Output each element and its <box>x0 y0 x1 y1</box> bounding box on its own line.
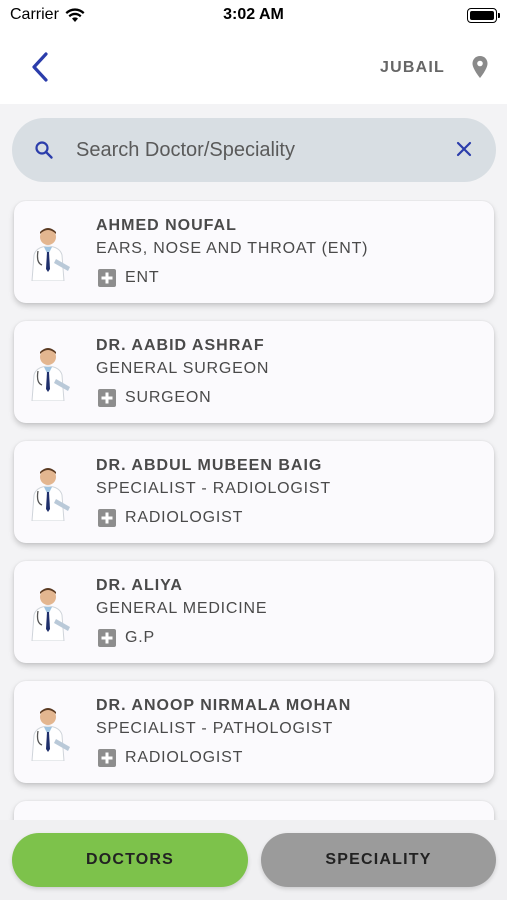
speciality-row: RADIOLOGIST <box>98 509 243 527</box>
search-input[interactable] <box>76 132 436 168</box>
header: JUBAIL <box>0 32 507 104</box>
doctor-avatar-icon <box>31 468 70 521</box>
doctor-avatar-icon <box>31 348 70 401</box>
doctor-name: DR. AABID ASHRAF <box>96 337 265 354</box>
speciality-label: SURGEON <box>125 389 212 406</box>
battery-icon <box>467 8 500 23</box>
speciality-tab-button[interactable]: SPECIALITY <box>261 833 496 887</box>
doctor-avatar-icon <box>31 588 70 641</box>
doctor-card-partial[interactable] <box>14 801 494 820</box>
doctor-name: DR. ALIYA <box>96 577 183 594</box>
speciality-label: RADIOLOGIST <box>125 749 244 766</box>
doctor-card[interactable]: DR. AABID ASHRAF GENERAL SURGEON SURGEON <box>14 321 494 423</box>
speciality-label: RADIOLOGIST <box>125 509 244 526</box>
doctor-name: DR. ABDUL MUBEEN BAIG <box>96 457 323 474</box>
doctor-department: SPECIALIST - RADIOLOGIST <box>96 480 331 497</box>
speciality-row: RADIOLOGIST <box>98 749 243 767</box>
doctor-list[interactable]: AHMED NOUFAL EARS, NOSE AND THROAT (ENT)… <box>0 200 507 820</box>
doctors-tab-button[interactable]: DOCTORS <box>12 833 248 887</box>
medical-cross-icon <box>98 269 116 287</box>
speciality-row: SURGEON <box>98 389 212 407</box>
doctor-card[interactable]: DR. ABDUL MUBEEN BAIG SPECIALIST - RADIO… <box>14 441 494 543</box>
location-label[interactable]: JUBAIL <box>380 59 445 77</box>
medical-cross-icon <box>98 509 116 527</box>
doctor-card[interactable]: DR. ALIYA GENERAL MEDICINE G.P <box>14 561 494 663</box>
speciality-label: G.P <box>125 629 155 646</box>
back-button[interactable] <box>26 50 56 84</box>
doctor-department: GENERAL SURGEON <box>96 360 270 377</box>
search-icon <box>35 141 53 159</box>
doctor-department: GENERAL MEDICINE <box>96 600 268 617</box>
bottom-tab-bar: DOCTORS SPECIALITY <box>0 820 507 900</box>
speciality-label: ENT <box>125 269 160 286</box>
medical-cross-icon <box>98 749 116 767</box>
status-time: 3:02 AM <box>223 6 284 23</box>
medical-cross-icon <box>98 389 116 407</box>
doctor-department: SPECIALIST - PATHOLOGIST <box>96 720 334 737</box>
doctor-card[interactable]: DR. ANOOP NIRMALA MOHAN SPECIALIST - PAT… <box>14 681 494 783</box>
search-bar[interactable] <box>12 118 496 182</box>
doctor-avatar-icon <box>31 708 70 761</box>
doctor-department: EARS, NOSE AND THROAT (ENT) <box>96 240 369 257</box>
doctor-avatar-icon <box>31 228 70 281</box>
medical-cross-icon <box>98 629 116 647</box>
speciality-row: G.P <box>98 629 155 647</box>
location-pin-icon[interactable] <box>471 55 489 79</box>
doctor-card[interactable]: AHMED NOUFAL EARS, NOSE AND THROAT (ENT)… <box>14 201 494 303</box>
doctor-name: AHMED NOUFAL <box>96 217 237 234</box>
close-icon[interactable] <box>454 139 474 159</box>
doctor-name: DR. ANOOP NIRMALA MOHAN <box>96 697 352 714</box>
speciality-row: ENT <box>98 269 159 287</box>
status-bar: Carrier 3:02 AM <box>0 0 507 32</box>
